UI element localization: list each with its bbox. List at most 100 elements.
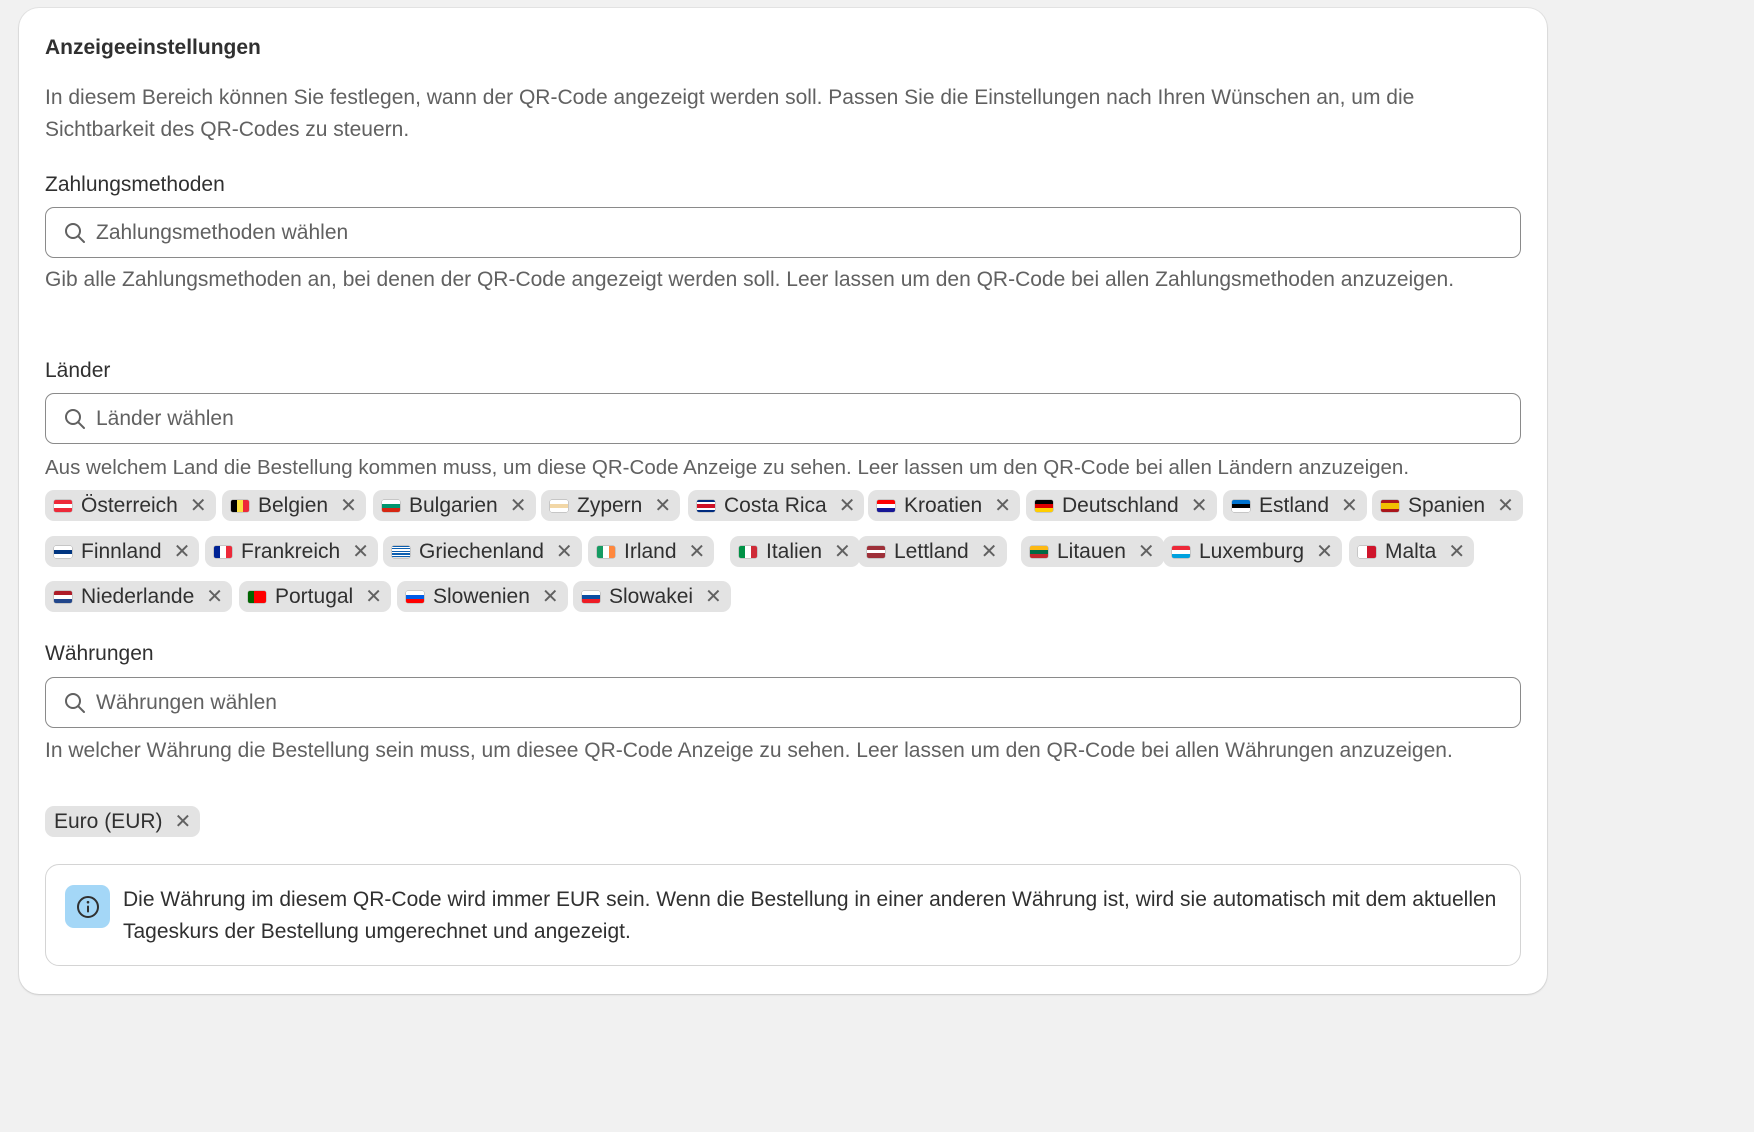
close-icon[interactable]: ✕ <box>340 496 357 516</box>
currency-tag: Euro (EUR) ✕ <box>45 806 201 837</box>
close-icon[interactable]: ✕ <box>190 496 207 516</box>
country-tag-label: Kroatien <box>904 493 983 517</box>
country-tag: Portugal ✕ <box>239 581 391 612</box>
close-icon[interactable]: ✕ <box>1341 496 1358 516</box>
currencies-help: In welcher Währung die Bestellung sein m… <box>45 739 1453 762</box>
country-tag-label: Lettland <box>894 539 969 563</box>
country-tag-label: Costa Rica <box>724 493 827 517</box>
close-icon[interactable]: ✕ <box>1191 496 1208 516</box>
flag-icon <box>582 590 600 603</box>
country-tag-label: Estland <box>1259 493 1330 517</box>
country-tag-label: Bulgarien <box>409 493 498 517</box>
flag-icon <box>867 545 885 558</box>
currencies-field[interactable] <box>45 677 1521 728</box>
flag-icon <box>214 545 232 558</box>
close-icon[interactable]: ✕ <box>510 496 527 516</box>
close-icon[interactable]: ✕ <box>981 542 998 562</box>
country-tag-label: Österreich <box>81 493 178 517</box>
country-tag-label: Niederlande <box>81 584 195 608</box>
flag-icon <box>1358 545 1376 558</box>
display-settings-card: Anzeigeeinstellungen In diesem Bereich k… <box>19 8 1547 994</box>
flag-icon <box>54 545 72 558</box>
country-tag: Luxemburg ✕ <box>1163 536 1342 567</box>
country-tag-label: Deutschland <box>1062 493 1179 517</box>
search-icon <box>65 222 85 243</box>
close-icon[interactable]: ✕ <box>175 812 192 832</box>
close-icon[interactable]: ✕ <box>352 542 369 562</box>
close-icon[interactable]: ✕ <box>556 542 573 562</box>
flag-icon <box>877 499 895 512</box>
search-icon <box>65 692 85 713</box>
countries-label: Länder <box>45 359 111 382</box>
country-tag: Frankreich ✕ <box>205 536 378 567</box>
close-icon[interactable]: ✕ <box>174 542 191 562</box>
section-description: In diesem Bereich können Sie festlegen, … <box>45 86 1415 141</box>
flag-icon <box>382 499 400 512</box>
payment-methods-help: Gib alle Zahlungsmethoden an, bei denen … <box>45 268 1455 291</box>
country-tag: Lettland ✕ <box>858 536 1007 567</box>
payment-methods-input[interactable] <box>96 220 1476 245</box>
country-tag: Finnland ✕ <box>45 536 200 567</box>
flag-icon <box>1172 545 1190 558</box>
country-tag: Niederlande ✕ <box>45 581 233 612</box>
countries-input[interactable] <box>96 406 1476 431</box>
close-icon[interactable]: ✕ <box>1138 542 1155 562</box>
flag-icon <box>248 590 266 603</box>
country-tag: Deutschland ✕ <box>1026 490 1217 521</box>
flag-icon <box>697 499 715 512</box>
close-icon[interactable]: ✕ <box>689 542 706 562</box>
close-icon[interactable]: ✕ <box>994 496 1011 516</box>
flag-icon <box>231 499 249 512</box>
flag-icon <box>1232 499 1250 512</box>
country-tag: Kroatien ✕ <box>868 490 1020 521</box>
flag-icon <box>406 590 424 603</box>
close-icon[interactable]: ✕ <box>206 587 223 607</box>
currencies-input[interactable] <box>96 690 1476 715</box>
country-tag: Litauen ✕ <box>1021 536 1164 567</box>
close-icon[interactable]: ✕ <box>654 496 671 516</box>
flag-icon <box>1381 499 1399 512</box>
country-tag: Bulgarien ✕ <box>373 490 536 521</box>
close-icon[interactable]: ✕ <box>542 587 559 607</box>
close-icon[interactable]: ✕ <box>1448 542 1465 562</box>
flag-icon <box>739 545 757 558</box>
country-tag-label: Slowakei <box>609 584 694 608</box>
country-tag: Österreich ✕ <box>45 490 216 521</box>
info-banner: Die Währung im diesem QR-Code wird immer… <box>45 864 1521 966</box>
close-icon[interactable]: ✕ <box>1497 496 1514 516</box>
country-tag: Irland ✕ <box>588 536 715 567</box>
search-icon <box>65 408 85 429</box>
country-tag: Belgien ✕ <box>222 490 366 521</box>
country-tag: Malta ✕ <box>1349 536 1475 567</box>
flag-icon <box>597 545 615 558</box>
info-banner-text: Die Währung im diesem QR-Code wird immer… <box>123 888 1497 943</box>
close-icon[interactable]: ✕ <box>839 496 856 516</box>
countries-help: Aus welchem Land die Bestellung kommen m… <box>45 456 1410 479</box>
payment-methods-field[interactable] <box>45 207 1521 258</box>
payment-methods-label: Zahlungsmethoden <box>45 173 225 196</box>
country-tag-label: Frankreich <box>241 539 341 563</box>
close-icon[interactable]: ✕ <box>365 587 382 607</box>
country-tag-label: Irland <box>624 539 677 563</box>
section-title: Anzeigeeinstellungen <box>45 36 261 59</box>
country-tag-label: Belgien <box>258 493 329 517</box>
flag-icon <box>392 545 410 558</box>
country-tag: Estland ✕ <box>1223 490 1367 521</box>
country-tag-label: Italien <box>766 539 823 563</box>
country-tag: Slowenien ✕ <box>397 581 568 612</box>
close-icon[interactable]: ✕ <box>705 587 722 607</box>
country-tag-label: Zypern <box>577 493 643 517</box>
country-tag: Italien ✕ <box>730 536 860 567</box>
country-tag: Zypern ✕ <box>541 490 681 521</box>
country-tag-label: Griechenland <box>419 539 544 563</box>
close-icon[interactable]: ✕ <box>1316 542 1333 562</box>
country-tag-label: Slowenien <box>433 584 530 608</box>
countries-field[interactable] <box>45 393 1521 444</box>
country-tag-label: Spanien <box>1408 493 1486 517</box>
flag-icon <box>1035 499 1053 512</box>
country-tag-label: Litauen <box>1057 539 1126 563</box>
close-icon[interactable]: ✕ <box>834 542 851 562</box>
flag-icon <box>54 590 72 603</box>
currency-tag-label: Euro (EUR) <box>54 809 163 833</box>
flag-icon <box>54 499 72 512</box>
